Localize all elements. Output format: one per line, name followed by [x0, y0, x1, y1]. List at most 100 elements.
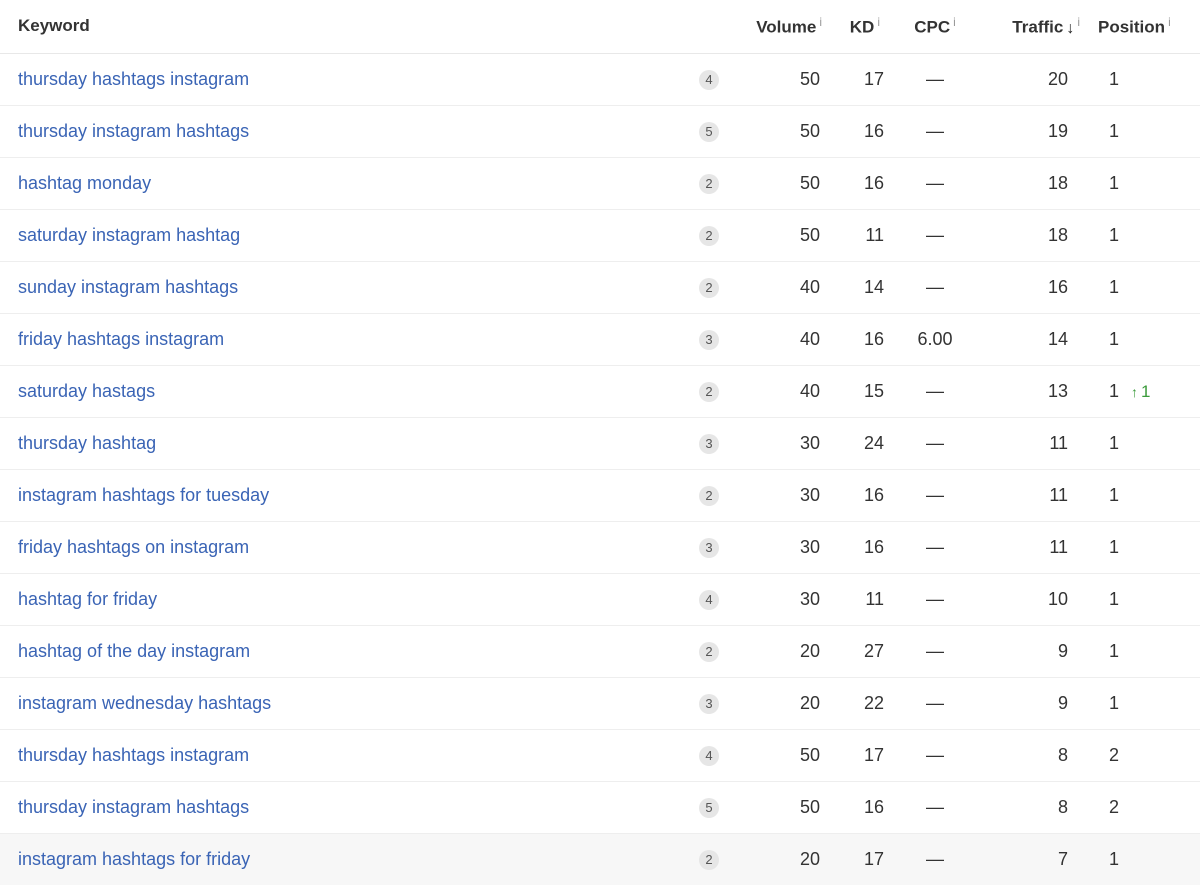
table-row: thursday hashtags instagram 4 50 17 — 8 …	[0, 729, 1200, 781]
serp-features-cell: 2	[680, 833, 738, 885]
position-cell: 1	[1098, 261, 1200, 313]
header-position-label: Position	[1098, 17, 1166, 37]
header-serp-spacer	[680, 0, 738, 54]
header-traffic[interactable]: Traffic ↓ i	[976, 0, 1098, 54]
header-volume-label: Volume	[756, 17, 817, 37]
serp-features-cell: 2	[680, 157, 738, 209]
volume-cell: 50	[799, 120, 820, 141]
volume-cell: 50	[799, 68, 820, 89]
volume-cell: 20	[799, 640, 820, 661]
serp-features-badge[interactable]: 2	[699, 278, 719, 298]
keyword-link[interactable]: hashtag of the day instagram	[18, 641, 250, 661]
keyword-cell: friday hashtags instagram	[0, 313, 680, 365]
position-value: 1	[1109, 848, 1120, 869]
keyword-link[interactable]: instagram wednesday hashtags	[18, 693, 271, 713]
serp-features-cell: 2	[680, 261, 738, 313]
keyword-link[interactable]: thursday instagram hashtags	[18, 797, 249, 817]
traffic-cell: 8	[1057, 744, 1068, 765]
serp-features-badge[interactable]: 4	[699, 70, 719, 90]
kd-cell: 11	[865, 588, 884, 609]
info-icon[interactable]: i	[819, 15, 822, 29]
serp-features-badge[interactable]: 2	[699, 850, 719, 871]
keyword-link[interactable]: thursday hashtags instagram	[18, 745, 249, 765]
position-cell: 1	[1098, 105, 1200, 157]
serp-features-cell: 2	[680, 365, 738, 417]
cpc-cell: —	[926, 276, 944, 297]
serp-features-badge[interactable]: 2	[699, 226, 719, 246]
traffic-cell: 9	[1057, 692, 1068, 713]
serp-features-badge[interactable]: 4	[699, 746, 719, 766]
keyword-link[interactable]: thursday hashtags instagram	[18, 69, 249, 89]
kd-cell: 27	[863, 640, 884, 661]
keyword-link[interactable]: thursday hashtag	[18, 433, 156, 453]
keyword-link[interactable]: saturday instagram hashtag	[18, 225, 240, 245]
cpc-cell: —	[926, 68, 944, 89]
position-value: 1	[1109, 588, 1120, 609]
traffic-cell: 20	[1047, 68, 1068, 89]
traffic-cell: 16	[1047, 276, 1068, 297]
volume-cell: 30	[799, 588, 820, 609]
serp-features-badge[interactable]: 3	[699, 694, 719, 714]
serp-features-badge[interactable]: 3	[699, 434, 719, 454]
info-icon[interactable]: i	[877, 15, 880, 29]
serp-features-badge[interactable]: 2	[699, 382, 719, 402]
kd-cell: 16	[863, 120, 884, 141]
kd-cell: 11	[865, 224, 884, 245]
header-keyword[interactable]: Keyword	[0, 0, 680, 54]
position-value: 1	[1109, 692, 1120, 713]
keyword-link[interactable]: friday hashtags on instagram	[18, 537, 249, 557]
traffic-cell: 18	[1047, 172, 1068, 193]
serp-features-badge[interactable]: 2	[699, 642, 719, 662]
traffic-cell: 13	[1047, 380, 1068, 401]
info-icon[interactable]: i	[1168, 15, 1171, 29]
position-value: 1	[1109, 68, 1120, 89]
table-row: friday hashtags instagram 3 40 16 6.00 1…	[0, 313, 1200, 365]
header-position[interactable]: Position i	[1098, 0, 1200, 54]
keyword-link[interactable]: thursday instagram hashtags	[18, 121, 249, 141]
info-icon[interactable]: i	[953, 15, 956, 29]
table-row: sunday instagram hashtags 2 40 14 — 16 1	[0, 261, 1200, 313]
serp-features-cell: 4	[680, 729, 738, 781]
serp-features-badge[interactable]: 4	[699, 590, 719, 610]
position-cell: 1	[1098, 209, 1200, 261]
keyword-cell: instagram hashtags for tuesday	[0, 469, 680, 521]
position-cell: 1	[1098, 313, 1200, 365]
volume-cell: 40	[799, 380, 820, 401]
info-icon[interactable]: i	[1077, 15, 1080, 29]
position-cell: 1 ↑ 1	[1098, 365, 1200, 417]
table-row: instagram hashtags for tuesday 2 30 16 —…	[0, 469, 1200, 521]
serp-features-badge[interactable]: 2	[699, 174, 719, 194]
serp-features-badge[interactable]: 5	[699, 122, 719, 142]
keyword-link[interactable]: sunday instagram hashtags	[18, 277, 238, 297]
keyword-cell: instagram hashtags for friday	[0, 833, 680, 885]
keyword-cell: thursday instagram hashtags	[0, 105, 680, 157]
kd-cell: 14	[863, 276, 884, 297]
volume-cell: 40	[799, 328, 820, 349]
traffic-cell: 11	[1049, 536, 1068, 557]
keyword-link[interactable]: hashtag for friday	[18, 589, 157, 609]
volume-cell: 50	[799, 224, 820, 245]
serp-features-cell: 3	[680, 677, 738, 729]
traffic-cell: 7	[1057, 848, 1068, 869]
cpc-cell: —	[926, 432, 944, 453]
header-cpc[interactable]: CPC i	[894, 0, 976, 54]
cpc-cell: —	[926, 640, 944, 661]
serp-features-badge[interactable]: 2	[699, 486, 719, 506]
keyword-link[interactable]: hashtag monday	[18, 173, 151, 193]
header-kd[interactable]: KD i	[822, 0, 894, 54]
keyword-link[interactable]: friday hashtags instagram	[18, 329, 224, 349]
serp-features-badge[interactable]: 3	[699, 330, 719, 350]
position-value: 1	[1109, 432, 1120, 453]
serp-features-badge[interactable]: 3	[699, 538, 719, 558]
keyword-link[interactable]: instagram hashtags for tuesday	[18, 485, 269, 505]
keyword-link[interactable]: saturday hastags	[18, 381, 155, 401]
table-row: thursday instagram hashtags 5 50 16 — 8 …	[0, 781, 1200, 833]
volume-cell: 50	[799, 744, 820, 765]
volume-cell: 40	[799, 276, 820, 297]
keyword-link[interactable]: instagram hashtags for friday	[18, 849, 250, 869]
header-volume[interactable]: Volume i	[738, 0, 822, 54]
position-cell: 1	[1098, 677, 1200, 729]
serp-features-badge[interactable]: 5	[699, 798, 719, 818]
kd-cell: 17	[863, 744, 884, 765]
cpc-cell: —	[926, 380, 944, 401]
